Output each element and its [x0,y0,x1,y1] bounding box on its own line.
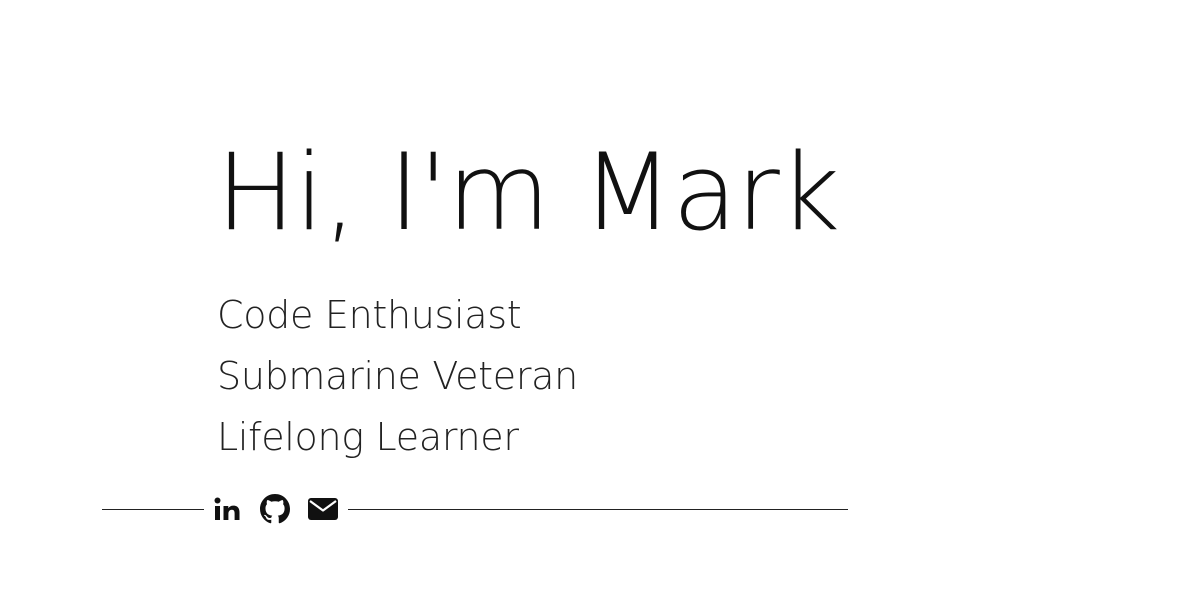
landing-page: Hi, I'm Mark Code Enthusiast Submarine V… [0,0,1200,600]
github-icon [260,494,290,524]
envelope-icon [308,497,338,521]
linkedin-icon [214,497,242,521]
hero-title: Hi, I'm Mark [216,131,840,254]
tagline-list: Code Enthusiast Submarine Veteran Lifelo… [217,285,578,468]
social-links-row [102,492,848,526]
divider-left [102,508,204,510]
social-icons [214,494,338,524]
divider-right [348,508,848,510]
tagline-item: Code Enthusiast [217,293,522,337]
tagline-item: Lifelong Learner [217,415,519,459]
github-link[interactable] [260,494,290,524]
tagline-item: Submarine Veteran [217,354,578,398]
linkedin-link[interactable] [214,497,242,521]
email-link[interactable] [308,497,338,521]
